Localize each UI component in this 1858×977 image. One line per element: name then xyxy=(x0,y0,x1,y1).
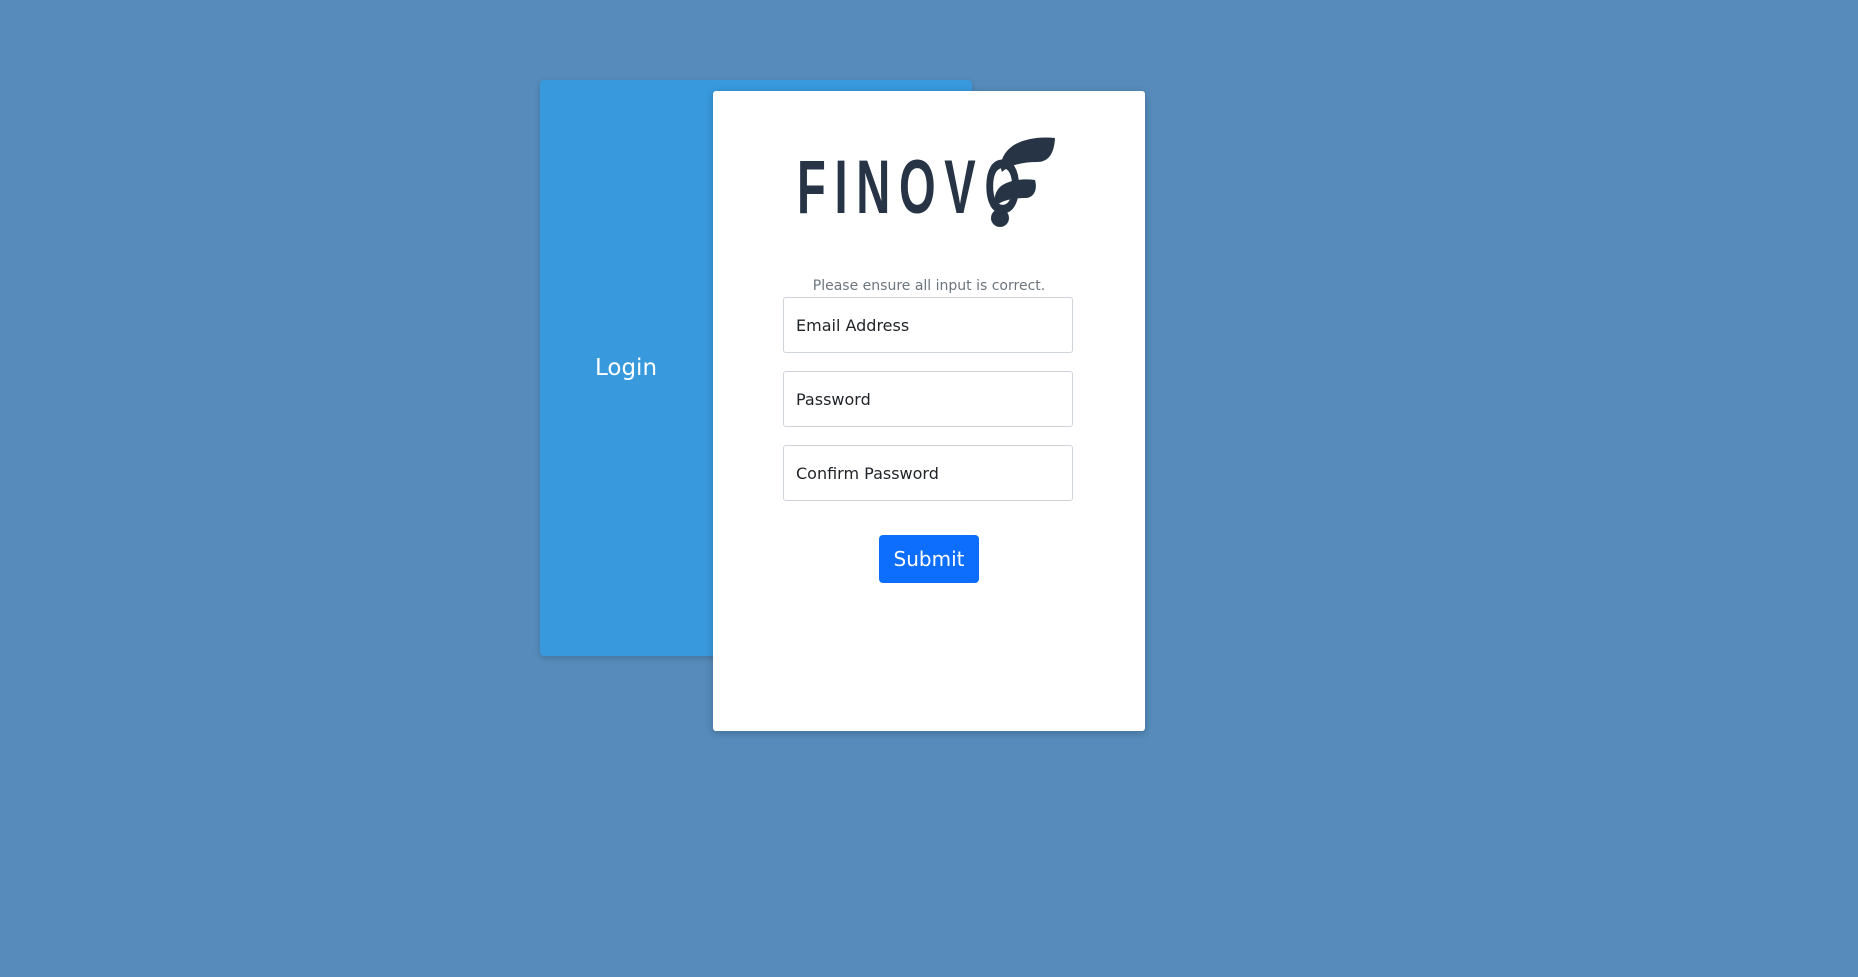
login-tab[interactable]: Login xyxy=(540,80,712,656)
finovo-logo: FINOVO xyxy=(797,136,1059,228)
password-field[interactable] xyxy=(783,371,1073,427)
confirm-password-field[interactable] xyxy=(783,445,1073,501)
submit-button[interactable]: Submit xyxy=(879,535,979,583)
login-page-background: { "auth": { "login_tab_label": "Login", … xyxy=(0,0,1858,977)
register-form-card: FINOVO Please ensure all input is correc… xyxy=(713,91,1145,731)
email-field[interactable] xyxy=(783,297,1073,353)
finovo-f-mark-icon xyxy=(991,137,1055,227)
form-hint-text: Please ensure all input is correct. xyxy=(812,278,1046,294)
login-tab-label: Login xyxy=(594,355,658,381)
